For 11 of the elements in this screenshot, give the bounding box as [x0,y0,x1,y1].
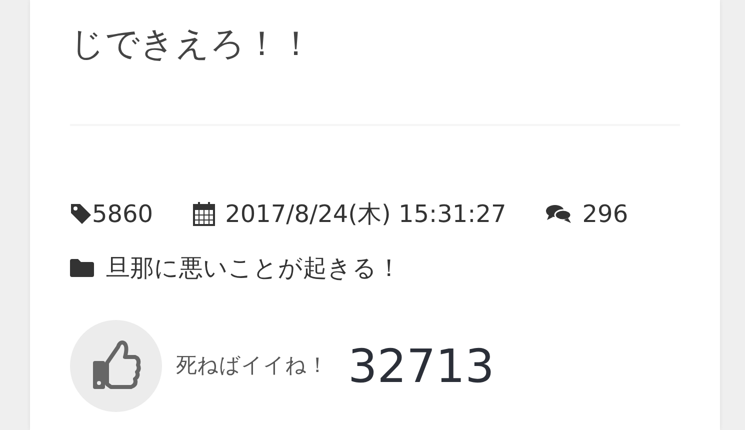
post-text: じできえろ！！ [70,23,314,66]
tag-icon [70,203,92,226]
post-date: 2017/8/24(木) 15:31:27 [225,199,506,230]
category-label: 旦那に悪いことが起きる！ [106,253,401,284]
like-label: 死ねばイイね！ [176,352,328,380]
comment-count: 296 [582,199,628,230]
comments-icon [546,204,572,224]
calendar-icon [193,202,216,226]
like-count: 32713 [348,338,494,395]
tag-count: 5860 [92,199,154,230]
folder-icon [70,258,94,278]
